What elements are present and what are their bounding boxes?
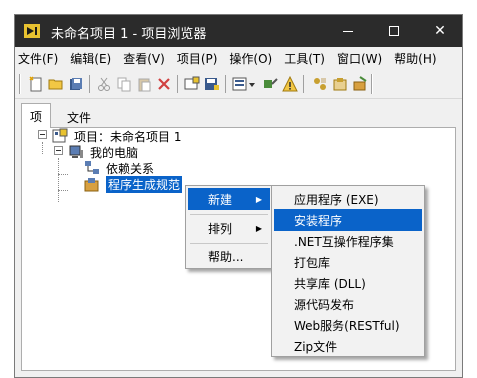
tree-item-label: 项目：未命名项目 1 [74,129,182,144]
menu-help[interactable]: 帮助(H) [388,50,442,67]
menu-separator [190,243,268,244]
title-bar[interactable]: 未命名项目 1 - 项目浏览器 ✕ [15,15,462,47]
submenu-item-zip-file[interactable]: Zip文件 [274,335,422,357]
submenu-item-label: Web服务(RESTful) [294,318,400,333]
build-specifications-icon [84,176,100,192]
window-title: 未命名项目 1 - 项目浏览器 [51,27,207,42]
submenu-item-label: 安装程序 [294,213,343,228]
menu-view[interactable]: 查看(V) [117,50,171,67]
submenu-item-source-distribution[interactable]: 源代码发布 [274,293,422,315]
computer-icon [68,144,84,160]
menu-operate[interactable]: 操作(O) [223,50,278,67]
project-icon [52,128,68,144]
tree-item-label: 我的电脑 [90,145,139,160]
tree-connector [42,142,43,154]
toolbar [15,71,462,99]
open-folder-icon[interactable] [47,75,65,93]
menu-tools[interactable]: 工具(T) [278,50,331,67]
context-menu-arrange-label: 排列 [208,221,233,236]
toolbar-separator [303,75,304,93]
menu-separator [190,214,268,215]
tree-item-dependencies[interactable]: 依赖关系 [84,160,154,176]
tree-item-project[interactable]: 项目：未命名项目 1 [52,128,181,144]
save-all-icon[interactable] [67,75,85,93]
toolbar-separator [89,75,90,93]
submenu-item-web-service-restful[interactable]: Web服务(RESTful) [274,314,422,336]
minimize-button[interactable] [325,15,371,47]
tab-items[interactable]: 项 [21,103,52,128]
deploy-icon[interactable] [351,75,369,93]
collapse-computer-icon[interactable] [54,146,63,155]
build-spec-icon[interactable] [331,75,349,93]
minimize-icon [343,30,353,32]
save-project-icon[interactable] [203,75,221,93]
cut-icon[interactable] [95,75,113,93]
paste-icon[interactable] [135,75,153,93]
toolbar-separator [225,75,226,93]
context-menu-help-label: 帮助... [208,249,244,264]
menu-bar: 文件(F) 编辑(E) 查看(V) 项目(P) 操作(O) 工具(T) 窗口(W… [15,47,462,69]
delete-icon[interactable] [155,75,173,93]
warning-icon[interactable] [281,75,299,93]
menu-project[interactable]: 项目(P) [171,50,224,67]
tree-connector [58,158,59,202]
submenu-item-application-exe[interactable]: 应用程序 (EXE) [274,188,422,210]
submenu-item-label: .NET互操作程序集 [294,234,394,249]
context-menu-help[interactable]: 帮助... [188,245,270,267]
menu-file[interactable]: 文件(F) [15,50,64,67]
close-icon: ✕ [434,23,446,39]
submenu-item-label: Zip文件 [294,339,338,354]
project-settings-icon[interactable] [183,75,201,93]
dependencies-icon [84,160,100,176]
new-file-icon[interactable] [27,75,45,93]
labview-project-icon [24,24,40,38]
submenu-item-label: 应用程序 (EXE) [294,192,379,207]
probe-icon[interactable] [261,75,279,93]
context-menu-new[interactable]: 新建 ▶ [188,188,270,210]
close-button[interactable]: ✕ [417,15,462,47]
submenu-item-label: 共享库 (DLL) [294,276,366,291]
collapse-project-icon[interactable] [38,130,47,139]
project-explorer-window: 未命名项目 1 - 项目浏览器 ✕ 文件(F) 编辑(E) 查看(V) 项目(P… [14,14,463,378]
build-icon[interactable] [311,75,329,93]
tree-connector [58,190,68,191]
maximize-icon [389,26,399,36]
view-dropdown-icon[interactable] [231,75,257,93]
new-submenu: 应用程序 (EXE) 安装程序 .NET互操作程序集 打包库 共享库 (DLL)… [271,185,425,357]
toolbar-grip[interactable] [371,74,373,94]
toolbar-separator [177,75,178,93]
copy-icon[interactable] [115,75,133,93]
menu-window[interactable]: 窗口(W) [331,50,388,67]
tab-files[interactable]: 文件 [59,105,100,129]
maximize-button[interactable] [371,15,417,47]
tree-item-build-specifications[interactable]: 程序生成规范 [84,175,183,193]
tree-connector [58,174,68,175]
submenu-item-installer[interactable]: 安装程序 [274,209,422,231]
tree-item-label: 依赖关系 [106,161,155,176]
context-menu-new-label: 新建 [208,192,233,207]
menu-edit[interactable]: 编辑(E) [64,50,117,67]
toolbar-grip[interactable] [19,74,21,94]
context-menu: 新建 ▶ 排列 ▶ 帮助... [185,185,273,269]
tab-strip: 项 文件 [15,103,462,129]
submenu-item-packed-library[interactable]: 打包库 [274,251,422,273]
submenu-item-net-interop-assembly[interactable]: .NET互操作程序集 [274,230,422,252]
submenu-item-label: 源代码发布 [294,297,355,312]
tree-item-label-selected: 程序生成规范 [106,175,183,193]
submenu-arrow-icon: ▶ [255,194,262,204]
submenu-item-label: 打包库 [294,255,331,270]
submenu-item-shared-library-dll[interactable]: 共享库 (DLL) [274,272,422,294]
submenu-arrow-icon: ▶ [255,223,262,233]
context-menu-arrange[interactable]: 排列 ▶ [188,217,270,239]
tree-item-my-computer[interactable]: 我的电脑 [68,144,138,160]
